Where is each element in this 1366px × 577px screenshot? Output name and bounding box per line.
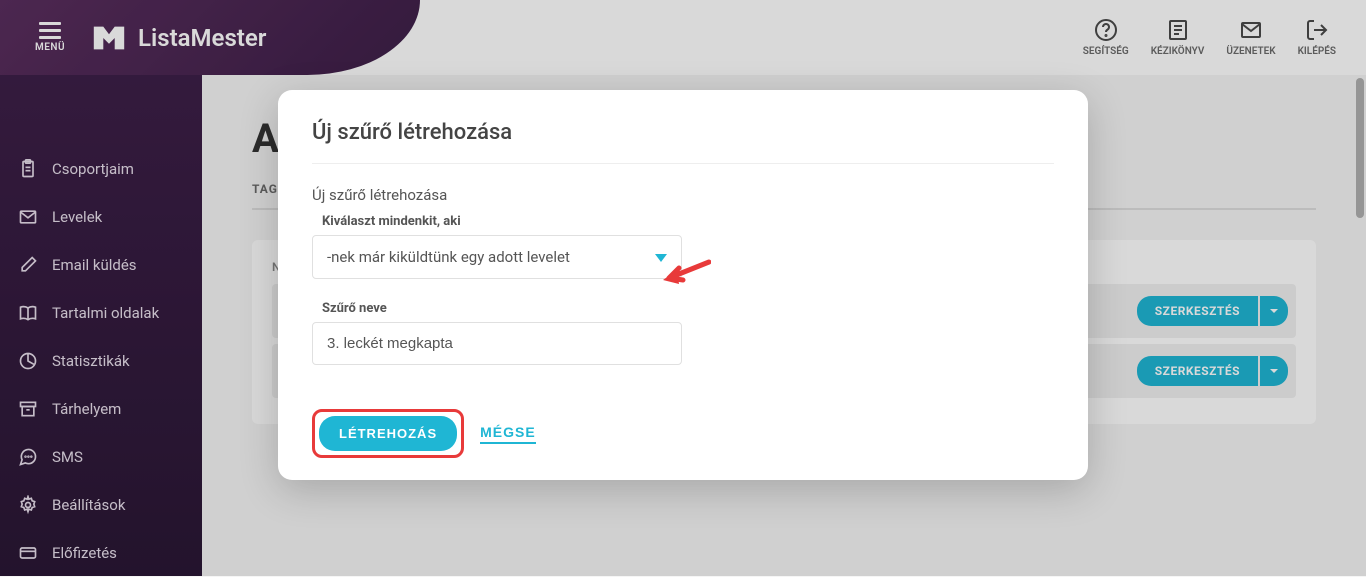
filter-type-select[interactable]: -nek már kiküldtünk egy adott levelet (312, 235, 682, 279)
cancel-button[interactable]: MÉGSE (480, 424, 536, 444)
input-label: Szűrő neve (322, 301, 1054, 316)
chevron-down-icon (655, 248, 667, 266)
modal-subtitle: Új szűrő létrehozása (312, 186, 1054, 204)
filter-name-input[interactable] (312, 322, 682, 365)
create-filter-modal: Új szűrő létrehozása Új szűrő létrehozás… (278, 90, 1088, 480)
select-value: -nek már kiküldtünk egy adott levelet (327, 248, 570, 266)
modal-title: Új szűrő létrehozása (312, 120, 1054, 164)
highlight-annotation: LÉTREHOZÁS (312, 409, 464, 458)
create-button[interactable]: LÉTREHOZÁS (319, 416, 457, 451)
select-label: Kiválaszt mindenkit, aki (322, 214, 1054, 229)
